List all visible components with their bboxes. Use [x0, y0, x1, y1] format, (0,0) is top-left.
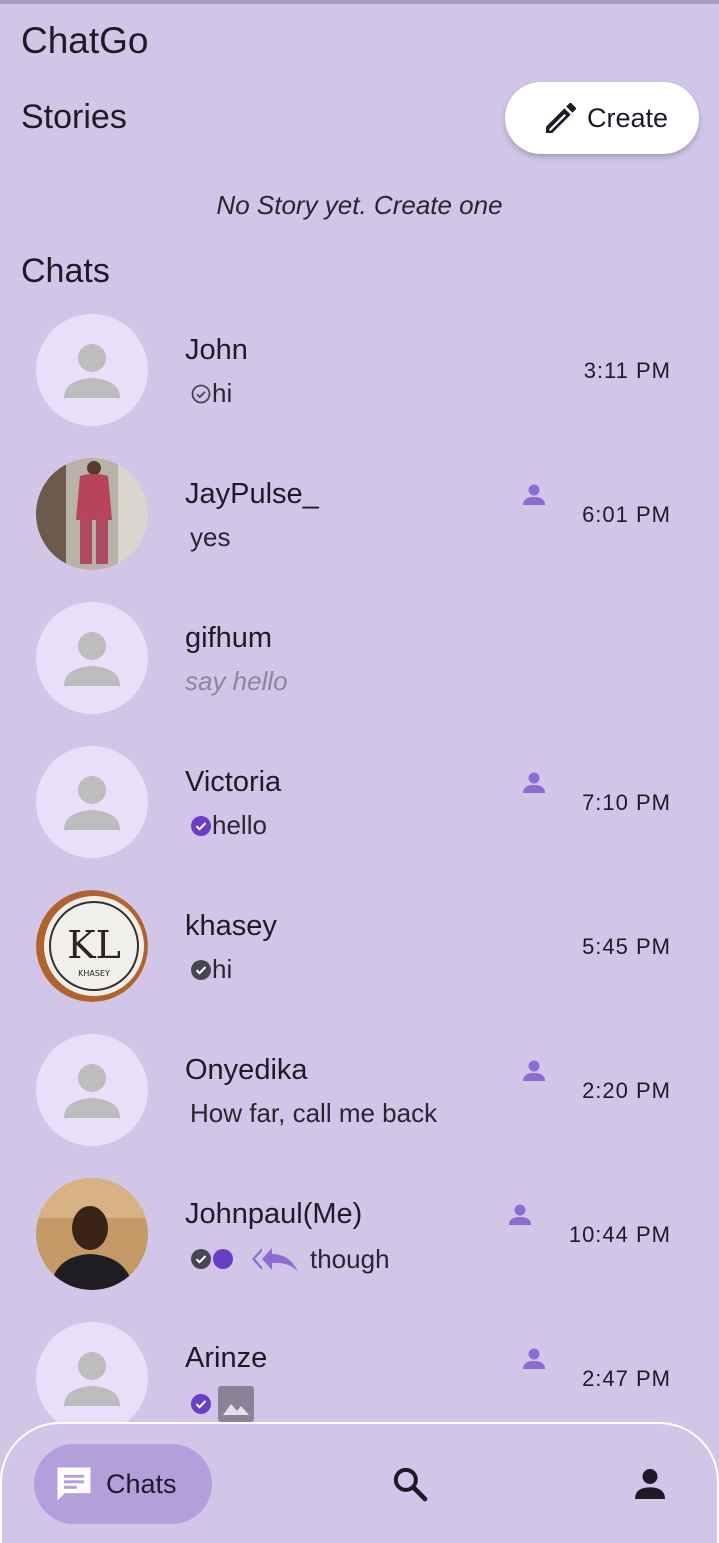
- chat-row[interactable]: John hi 3:11 PM: [0, 314, 719, 458]
- person-icon: [64, 776, 120, 830]
- chat-name: JayPulse_: [185, 478, 319, 510]
- contact-icon: [509, 1204, 531, 1225]
- chat-name: Johnpaul(Me): [185, 1198, 363, 1230]
- chat-name: Arinze: [185, 1342, 268, 1374]
- stories-empty-text: No Story yet. Create one: [216, 190, 503, 220]
- chat-name: Victoria: [185, 766, 282, 798]
- contact-icon: [523, 772, 545, 793]
- chat-row[interactable]: gifhum say hello: [0, 602, 719, 746]
- chat-last-message: hi: [190, 954, 232, 985]
- chat-time: 10:44 PM: [568, 1222, 671, 1247]
- check-circle-outline-icon: [191, 384, 211, 403]
- search-icon[interactable]: [390, 1464, 430, 1504]
- chat-row[interactable]: Victoria hello 7:10 PM: [0, 746, 719, 890]
- image-icon: [218, 1386, 254, 1422]
- profile-icon[interactable]: [630, 1464, 670, 1504]
- chat-last-message: yes: [190, 522, 230, 553]
- chat-row[interactable]: Johnpaul(Me) though 10:44 PM: [0, 1178, 719, 1322]
- chat-time: 5:45 PM: [582, 934, 671, 959]
- avatar: [36, 746, 148, 858]
- person-icon: [64, 344, 120, 398]
- chat-message-text: hi: [212, 954, 233, 984]
- chat-last-message: hello: [190, 810, 267, 841]
- contact-icon: [523, 1060, 545, 1081]
- chat-name: khasey: [185, 910, 277, 942]
- chat-last-message: though: [190, 1242, 390, 1276]
- contact-icon: [523, 1348, 545, 1369]
- logo-avatar: KL KHASEY: [36, 890, 148, 1002]
- chat-name: Onyedika: [185, 1054, 308, 1086]
- chat-last-message: [190, 1386, 254, 1422]
- check-circle-filled-icon: [191, 1394, 211, 1414]
- chat-message-text: How far, call me back: [190, 1098, 438, 1128]
- nav-chats-tab[interactable]: Chats: [34, 1444, 212, 1524]
- chat-time: 2:20 PM: [582, 1078, 671, 1103]
- chat-last-message: hi: [190, 378, 232, 409]
- app-title: ChatGo: [21, 20, 149, 61]
- status-dot-icon: [213, 1249, 233, 1269]
- chat-message-text: though: [310, 1243, 390, 1274]
- reply-all-icon: [252, 1248, 298, 1272]
- avatar: [36, 1034, 148, 1146]
- contact-icon: [523, 484, 545, 505]
- chat-last-message: say hello: [185, 666, 288, 697]
- check-circle-filled-icon: [191, 815, 211, 836]
- create-story-label: Create: [587, 102, 669, 133]
- check-circle-filled-icon: [191, 959, 211, 980]
- chat-icon: [57, 1467, 91, 1501]
- avatar: [36, 314, 148, 426]
- pencil-icon: [546, 102, 577, 133]
- chat-time: 6:01 PM: [582, 502, 671, 527]
- stories-heading: Stories: [21, 98, 127, 136]
- chat-message-text: say hello: [185, 666, 288, 696]
- svg-text:KHASEY: KHASEY: [78, 969, 110, 978]
- chat-message-text: yes: [190, 522, 231, 552]
- status-divider: [0, 0, 719, 4]
- nav-chats-label: Chats: [106, 1468, 177, 1499]
- chat-name: John: [185, 334, 248, 366]
- chat-row[interactable]: JayPulse_ yes 6:01 PM: [0, 458, 719, 602]
- chat-message-text: hello: [212, 810, 267, 840]
- check-circle-filled-icon: [191, 1249, 211, 1269]
- avatar: KL KHASEY: [36, 890, 148, 1002]
- person-icon: [64, 1352, 120, 1406]
- person-icon: [64, 1064, 120, 1118]
- photo-avatar: [36, 1178, 148, 1290]
- chat-name: gifhum: [185, 622, 273, 654]
- create-story-button[interactable]: Create: [505, 82, 699, 154]
- chat-last-message: How far, call me back: [190, 1098, 437, 1129]
- bottom-navigation: Chats: [0, 1422, 719, 1543]
- chat-message-text: hi: [212, 378, 233, 408]
- chat-row[interactable]: KL KHASEY khasey hi 5:45 PM: [0, 890, 719, 1034]
- avatar: [36, 458, 148, 570]
- svg-text:KL: KL: [67, 923, 121, 967]
- chat-row[interactable]: Onyedika How far, call me back 2:20 PM: [0, 1034, 719, 1178]
- photo-avatar: [36, 458, 148, 570]
- chat-time: 3:11 PM: [583, 358, 671, 383]
- chat-time: 7:10 PM: [582, 790, 671, 815]
- avatar: [36, 602, 148, 714]
- avatar: [36, 1322, 148, 1434]
- person-icon: [64, 632, 120, 686]
- chat-time: 2:47 PM: [582, 1366, 671, 1391]
- chats-heading: Chats: [21, 252, 110, 290]
- avatar: [36, 1178, 148, 1290]
